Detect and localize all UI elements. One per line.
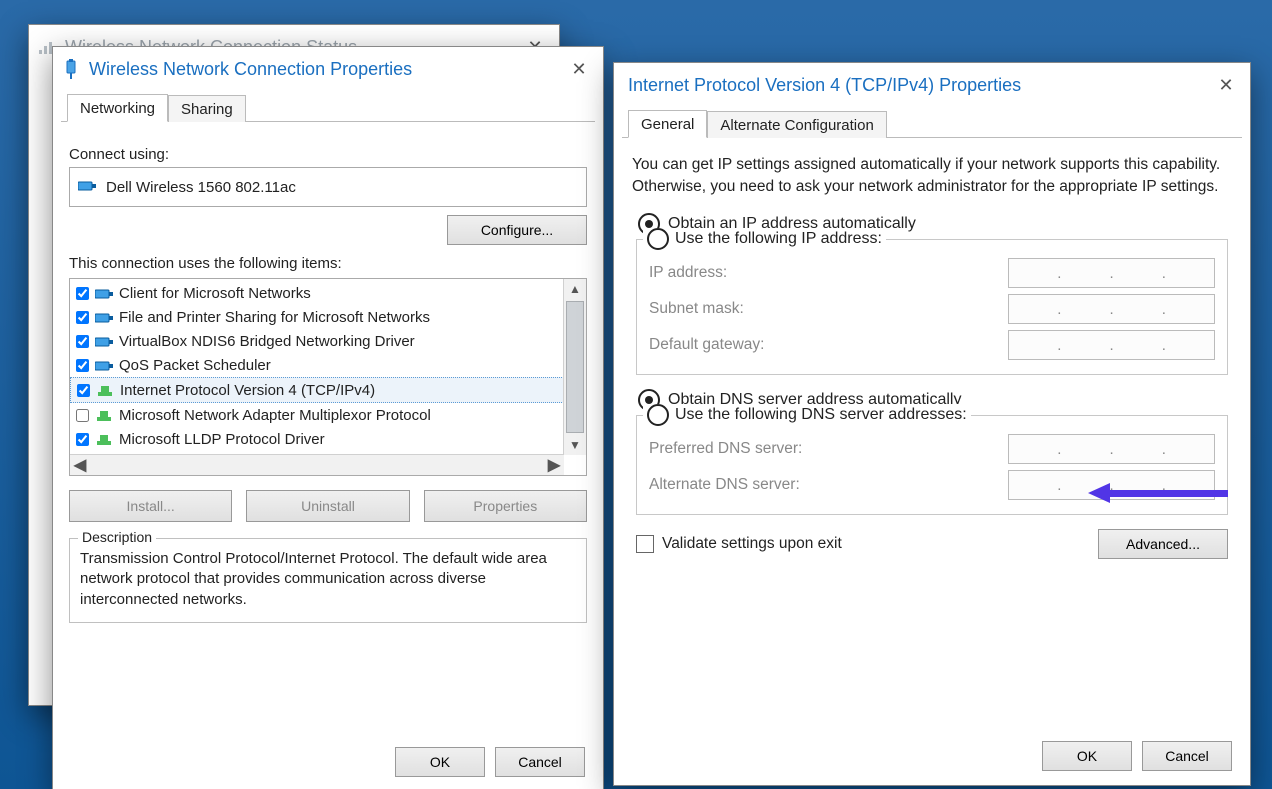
dns-input-row: Alternate DNS server:... [649, 470, 1215, 500]
ip-input-row: IP address:... [649, 258, 1215, 288]
ip-octet-field: ... [1008, 330, 1215, 360]
radio-use-following-dns[interactable]: Use the following DNS server addresses: [643, 404, 971, 426]
properties-dialog-title: Wireless Network Connection Properties [89, 59, 563, 80]
close-icon[interactable]: ✕ [563, 57, 595, 81]
list-item[interactable]: QoS Packet Scheduler [70, 353, 564, 377]
radio-icon [647, 404, 669, 426]
list-item[interactable]: Microsoft LLDP Protocol Driver [70, 427, 564, 451]
ipv4-dialog-title: Internet Protocol Version 4 (TCP/IPv4) P… [628, 75, 1210, 96]
ok-button[interactable]: OK [395, 747, 485, 777]
list-item[interactable]: VirtualBox NDIS6 Bridged Networking Driv… [70, 329, 564, 353]
ip-row-label: IP address: [649, 264, 1008, 282]
item-label: QoS Packet Scheduler [119, 357, 271, 374]
item-label: Client for Microsoft Networks [119, 285, 311, 302]
item-checkbox[interactable] [76, 335, 89, 348]
ip-octet-field: ... [1008, 470, 1215, 500]
horizontal-scrollbar[interactable]: ◀ ▶ [70, 454, 564, 475]
radio-label: Use the following DNS server addresses: [675, 406, 967, 424]
scroll-down-icon[interactable]: ▼ [564, 435, 586, 455]
dns-row-label: Preferred DNS server: [649, 440, 1008, 458]
item-checkbox[interactable] [76, 359, 89, 372]
item-checkbox[interactable] [76, 311, 89, 324]
adapter-box[interactable]: Dell Wireless 1560 802.11ac [69, 167, 587, 207]
connect-using-label: Connect using: [69, 146, 587, 163]
network-cable-icon [61, 59, 81, 79]
network-client-icon [95, 284, 115, 302]
ip-octet-field: ... [1008, 434, 1215, 464]
dns-row-label: Alternate DNS server: [649, 476, 1008, 494]
checkbox-icon [636, 535, 654, 553]
ip-octet-field: ... [1008, 258, 1215, 288]
ipv4-tabstrip: General Alternate Configuration [622, 105, 1242, 138]
items-heading: This connection uses the following items… [69, 255, 587, 272]
close-icon[interactable]: ✕ [1210, 73, 1242, 97]
ip-input-row: Default gateway:... [649, 330, 1215, 360]
tab-alternate-configuration[interactable]: Alternate Configuration [707, 111, 886, 138]
configure-button[interactable]: Configure... [447, 215, 587, 245]
description-legend: Description [78, 529, 156, 545]
tab-general[interactable]: General [628, 110, 707, 138]
tab-sharing[interactable]: Sharing [168, 95, 246, 122]
properties-tabstrip: Networking Sharing [61, 89, 595, 122]
protocol-icon [95, 430, 115, 448]
ip-row-label: Subnet mask: [649, 300, 1008, 318]
item-checkbox[interactable] [76, 433, 89, 446]
ok-button[interactable]: OK [1042, 741, 1132, 771]
list-item[interactable]: Microsoft Network Adapter Multiplexor Pr… [70, 403, 564, 427]
validate-settings-checkbox[interactable]: Validate settings upon exit [636, 535, 842, 553]
item-checkbox[interactable] [77, 384, 90, 397]
dns-input-row: Preferred DNS server:... [649, 434, 1215, 464]
ip-row-label: Default gateway: [649, 336, 1008, 354]
list-item[interactable]: Internet Protocol Version 4 (TCP/IPv4) [70, 377, 564, 403]
ip-manual-group: Use the following IP address: IP address… [636, 239, 1228, 375]
ipv4-help-text: You can get IP settings assigned automat… [632, 154, 1232, 197]
install-button[interactable]: Install... [69, 490, 232, 522]
adapter-name: Dell Wireless 1560 802.11ac [106, 179, 296, 196]
adapter-card-icon [78, 178, 96, 196]
dns-manual-group: Use the following DNS server addresses: … [636, 415, 1228, 515]
ip-input-row: Subnet mask:... [649, 294, 1215, 324]
list-item[interactable]: Client for Microsoft Networks [70, 281, 564, 305]
advanced-button[interactable]: Advanced... [1098, 529, 1228, 559]
network-client-icon [95, 308, 115, 326]
description-text: Transmission Control Protocol/Internet P… [80, 549, 576, 610]
ipv4-properties-dialog: Internet Protocol Version 4 (TCP/IPv4) P… [613, 62, 1251, 786]
radio-label: Use the following IP address: [675, 230, 882, 248]
item-checkbox[interactable] [76, 409, 89, 422]
radio-use-following-ip[interactable]: Use the following IP address: [643, 228, 886, 250]
uninstall-button[interactable]: Uninstall [246, 490, 409, 522]
scroll-up-icon[interactable]: ▲ [564, 279, 586, 299]
list-item[interactable]: File and Printer Sharing for Microsoft N… [70, 305, 564, 329]
protocol-icon [96, 381, 116, 399]
item-label: VirtualBox NDIS6 Bridged Networking Driv… [119, 333, 415, 350]
network-client-icon [95, 332, 115, 350]
item-checkbox[interactable] [76, 287, 89, 300]
scroll-thumb[interactable] [566, 301, 584, 433]
item-label: Microsoft Network Adapter Multiplexor Pr… [119, 407, 431, 424]
checkbox-label: Validate settings upon exit [662, 535, 842, 553]
description-fieldset: Description Transmission Control Protoco… [69, 538, 587, 623]
scroll-right-icon[interactable]: ▶ [544, 455, 564, 475]
connection-properties-dialog: Wireless Network Connection Properties ✕… [52, 46, 604, 789]
item-label: Microsoft LLDP Protocol Driver [119, 431, 325, 448]
connection-items-listbox[interactable]: Client for Microsoft Networks File and Pr… [69, 278, 587, 476]
cancel-button[interactable]: Cancel [495, 747, 585, 777]
vertical-scrollbar[interactable]: ▲ ▼ [563, 279, 586, 455]
cancel-button[interactable]: Cancel [1142, 741, 1232, 771]
component-properties-button[interactable]: Properties [424, 490, 587, 522]
protocol-icon [95, 406, 115, 424]
scroll-left-icon[interactable]: ◀ [70, 455, 90, 475]
radio-icon [647, 228, 669, 250]
network-client-icon [95, 356, 115, 374]
ip-octet-field: ... [1008, 294, 1215, 324]
item-label: File and Printer Sharing for Microsoft N… [119, 309, 430, 326]
item-label: Internet Protocol Version 4 (TCP/IPv4) [120, 382, 375, 399]
tab-networking[interactable]: Networking [67, 94, 168, 122]
